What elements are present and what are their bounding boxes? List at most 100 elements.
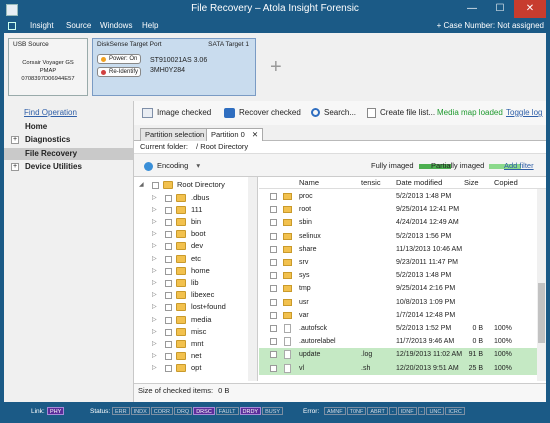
file-checkbox[interactable] [270, 232, 277, 240]
tree-checkbox[interactable] [165, 328, 172, 336]
expand-icon[interactable]: ▷ [152, 204, 158, 216]
file-checkbox[interactable] [270, 245, 277, 253]
expand-icon[interactable]: ▷ [152, 301, 158, 313]
tree-checkbox[interactable] [165, 340, 172, 348]
tree-checkbox[interactable] [165, 267, 172, 275]
column-extension[interactable]: tensic [361, 177, 381, 189]
menu-app-icon[interactable] [8, 22, 16, 30]
file-row[interactable]: selinux 5/2/2013 1:56 PM [259, 230, 537, 243]
file-checkbox[interactable] [270, 285, 277, 293]
tree-checkbox[interactable] [165, 304, 172, 312]
menu-source[interactable]: Source [66, 21, 91, 30]
expand-icon[interactable]: ▷ [152, 240, 158, 252]
column-size[interactable]: Size [464, 177, 479, 189]
file-checkbox[interactable] [270, 219, 277, 227]
tree-checkbox[interactable] [165, 292, 172, 300]
tab-partition-0[interactable]: Partition 0 ✕ [206, 128, 264, 142]
scrollbar-thumb[interactable] [538, 283, 545, 343]
close-button[interactable]: ✕ [514, 0, 546, 18]
file-row[interactable]: srv 9/23/2011 11:47 PM [259, 256, 537, 269]
expand-icon[interactable]: ▷ [152, 277, 158, 289]
file-row[interactable]: vl .sh 12/20/2013 9:51 AM 25 B 100% [259, 361, 537, 375]
file-row[interactable]: root 9/25/2014 12:41 PM [259, 203, 537, 216]
file-row[interactable]: var 1/7/2014 12:48 PM [259, 309, 537, 322]
expand-icon[interactable]: + [11, 163, 19, 171]
expand-icon[interactable]: ▷ [152, 338, 158, 350]
tree-item[interactable]: ▷ .dbus [134, 192, 257, 204]
file-row[interactable]: update .log 12/19/2013 11:02 AM 91 B 100% [259, 348, 537, 362]
tree-checkbox[interactable] [165, 365, 172, 373]
expand-icon[interactable]: + [11, 136, 19, 144]
tree-checkbox[interactable] [165, 353, 172, 361]
tree-checkbox[interactable] [165, 206, 172, 214]
tree-checkbox[interactable] [152, 182, 159, 189]
tab-partition-selection[interactable]: Partition selection [140, 128, 210, 141]
file-list-scrollbar[interactable] [537, 189, 546, 381]
tree-item[interactable]: ▷ dev [134, 240, 257, 252]
reidentify-button[interactable]: Re-Identify [97, 67, 141, 77]
tree-item[interactable]: ▷ net [134, 350, 257, 362]
expand-icon[interactable]: ▷ [152, 216, 158, 228]
expand-icon[interactable]: ▷ [152, 350, 158, 362]
tree-item[interactable]: ▷ boot [134, 228, 257, 240]
tree-item[interactable]: ▷ lib [134, 277, 257, 289]
tree-item[interactable]: ▷ media [134, 314, 257, 326]
menu-help[interactable]: Help [142, 21, 158, 30]
add-filter-link[interactable]: Add filter [504, 161, 534, 170]
tab-close-icon[interactable]: ✕ [252, 130, 258, 139]
file-row[interactable]: .autofsck 5/2/2013 1:52 PM 0 B 100% [259, 322, 537, 335]
menu-insight[interactable]: Insight [30, 21, 54, 30]
expand-icon[interactable]: ▷ [152, 228, 158, 240]
maximize-button[interactable]: ☐ [488, 0, 512, 18]
file-checkbox[interactable] [270, 272, 277, 280]
tree-item[interactable]: ▷ bin [134, 216, 257, 228]
file-checkbox[interactable] [270, 351, 277, 359]
file-row[interactable]: sys 5/2/2013 1:48 PM [259, 269, 537, 282]
toggle-log-link[interactable]: Toggle log [506, 108, 542, 117]
power-on-button[interactable]: Power: On [97, 54, 141, 64]
find-operation-link[interactable]: Find Operation [24, 108, 77, 117]
menu-windows[interactable]: Windows [100, 21, 132, 30]
encoding-dropdown[interactable]: Encoding ▾ [144, 161, 200, 171]
file-checkbox[interactable] [270, 338, 277, 346]
add-source-icon[interactable]: + [270, 56, 282, 79]
tree-item[interactable]: ▷ opt [134, 362, 257, 374]
target-port-card[interactable]: DiskSense Target Port SATA Target 1 Powe… [92, 38, 256, 96]
expand-icon[interactable]: ▷ [152, 314, 158, 326]
expand-icon[interactable]: ▷ [152, 253, 158, 265]
expand-icon[interactable]: ▷ [152, 289, 158, 301]
image-checked-button[interactable]: Image checked [142, 108, 211, 118]
file-checkbox[interactable] [270, 325, 277, 332]
file-checkbox[interactable] [270, 259, 277, 266]
tree-item[interactable]: ▷ libexec [134, 289, 257, 301]
expand-icon[interactable]: ▷ [152, 326, 158, 338]
sidebar-item-diagnostics[interactable]: + Diagnostics [4, 134, 133, 146]
tree-checkbox[interactable] [165, 255, 172, 263]
media-map-loaded-link[interactable]: Media map loaded [437, 108, 503, 117]
recover-checked-button[interactable]: Recover checked [224, 108, 301, 118]
file-checkbox[interactable] [270, 311, 277, 319]
file-row[interactable]: .autorelabel 11/7/2013 9:46 AM 0 B 100% [259, 335, 537, 348]
tree-checkbox[interactable] [165, 218, 172, 226]
tree-root[interactable]: ◢ Root Directory [134, 179, 257, 191]
file-checkbox[interactable] [270, 193, 277, 200]
file-row[interactable]: proc 5/2/2013 1:48 PM [259, 190, 537, 203]
column-name[interactable]: Name [299, 177, 319, 189]
file-row[interactable]: usr 10/8/2013 1:09 PM [259, 296, 537, 309]
tree-item[interactable]: ▷ mnt [134, 338, 257, 350]
create-file-list-button[interactable]: Create file list... [367, 108, 435, 118]
file-checkbox[interactable] [270, 298, 277, 306]
tree-scrollbar[interactable] [248, 177, 257, 381]
tree-item[interactable]: ▷ home [134, 265, 257, 277]
expand-icon[interactable]: ▷ [152, 265, 158, 277]
tree-item[interactable]: ▷ etc [134, 253, 257, 265]
tree-checkbox[interactable] [165, 243, 172, 251]
tree-item[interactable]: ▷ 111 [134, 204, 257, 216]
file-row[interactable]: sbin 4/24/2014 12:49 AM [259, 216, 537, 229]
sidebar-item-home[interactable]: Home [4, 121, 133, 133]
tree-checkbox[interactable] [165, 279, 172, 287]
tree-item[interactable]: ▷ lost+found [134, 301, 257, 313]
usb-source-card[interactable]: USB Source Corsair Voyager GS PMAP 07083… [8, 38, 88, 96]
column-copied[interactable]: Copied [494, 177, 518, 189]
sidebar-item-device-utilities[interactable]: + Device Utilities [4, 161, 133, 173]
